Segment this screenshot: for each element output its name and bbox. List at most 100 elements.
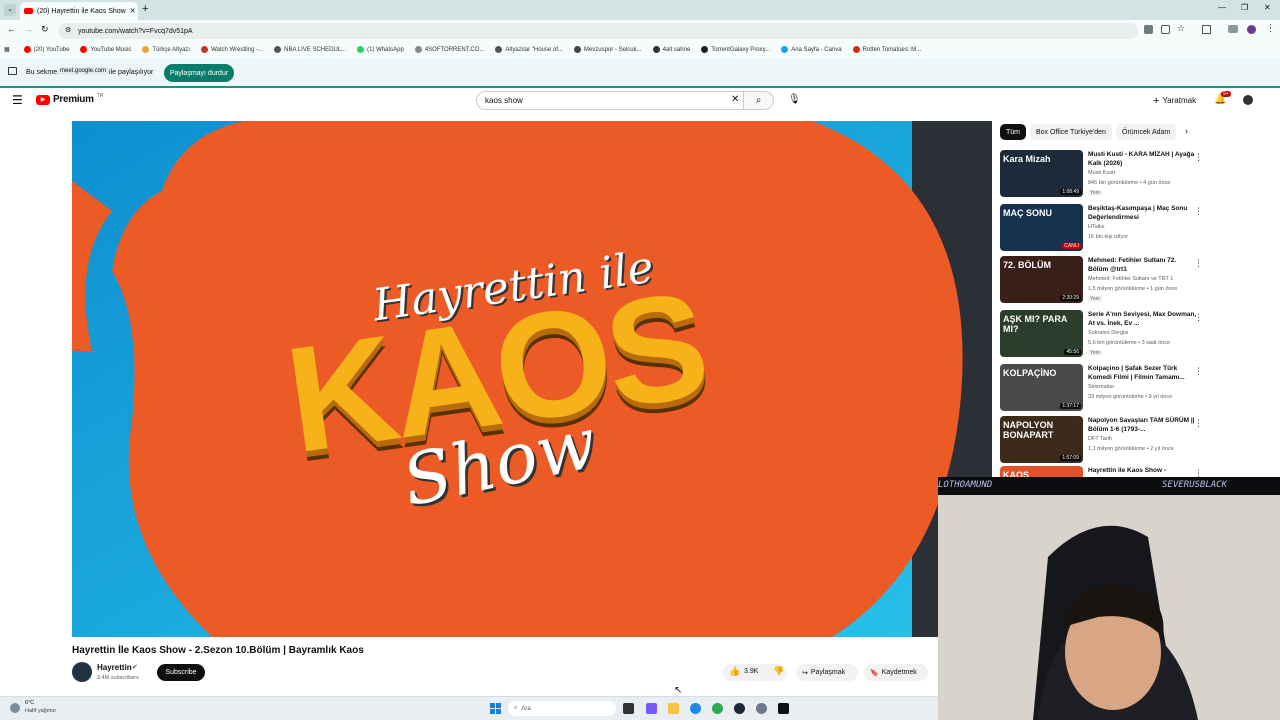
- reload-icon[interactable]: ↻: [41, 24, 49, 35]
- recommendation-item[interactable]: AŞK MI? PARA MI? 45:56 Serie A'nın Seviyes…: [1000, 310, 1210, 360]
- recommendation-thumbnail[interactable]: 72. BÖLÜM 2:20:29: [1000, 256, 1083, 303]
- bookmark-item[interactable]: Watch Wrestling -...: [201, 46, 263, 53]
- chip-spider-man[interactable]: Örümcek Adam: [1116, 124, 1177, 140]
- tab-list-button[interactable]: ⌄: [4, 4, 16, 16]
- recommendation-item[interactable]: 72. BÖLÜM 2:20:29 Mehmed: Fetihler Sultanı…: [1000, 256, 1210, 306]
- recommendation-item[interactable]: KOLPAÇİNO 1:37:17 Kolpaçino | Şafak Sezer …: [1000, 364, 1210, 414]
- recommendation-title[interactable]: Napolyon Savaşları TAM SÜRÜM || Bölüm 1-…: [1088, 416, 1198, 434]
- recommendation-meta: 1,5 milyon görüntüleme • 1 gün önce: [1088, 286, 1178, 292]
- edge-icon[interactable]: [690, 703, 701, 714]
- extensions-icon[interactable]: [1202, 25, 1211, 34]
- dislike-icon[interactable]: 👎: [773, 666, 784, 677]
- search-button[interactable]: ⌕: [744, 91, 774, 110]
- steam-icon[interactable]: [734, 703, 745, 714]
- recommendation-thumbnail[interactable]: AŞK MI? PARA MI? 45:56: [1000, 310, 1083, 357]
- stop-sharing-button[interactable]: Paylaşmayı durdur: [164, 64, 234, 82]
- profile-avatar-icon[interactable]: [1247, 25, 1256, 34]
- subscribe-button[interactable]: Subscribe: [157, 664, 205, 681]
- close-window-button[interactable]: ✕: [1264, 3, 1271, 12]
- recommendation-title[interactable]: Musti Kusti - KARA MİZAH | Ayağa Kalk (2…: [1088, 150, 1198, 168]
- address-bar[interactable]: ⚙ youtube.com/watch?v=Fvcq7dv51pA: [58, 23, 1138, 39]
- recommendation-title[interactable]: Mehmed: Fetihler Sultanı 72. Bölüm @trt1: [1088, 256, 1198, 274]
- active-tab[interactable]: (20) Hayrettin ile Kaos Show ✕: [20, 2, 138, 20]
- more-options-icon[interactable]: ⋮: [1194, 152, 1203, 163]
- bookmark-item[interactable]: NBA LIVE SCHEDUL...: [274, 46, 346, 53]
- more-options-icon[interactable]: ⋮: [1194, 366, 1203, 377]
- recommendation-thumbnail[interactable]: Kara Mizah 1:08:49: [1000, 150, 1083, 197]
- translate-icon[interactable]: [1144, 25, 1153, 34]
- share-button[interactable]: ↪ Paylaşmak: [796, 664, 858, 681]
- bookmark-item[interactable]: Altyazılar "House of...: [495, 46, 563, 53]
- more-options-icon[interactable]: ⋮: [1194, 312, 1203, 323]
- video-player[interactable]: Hayrettin ile KAOS Show: [72, 121, 992, 637]
- bookmark-item[interactable]: Rotten Tomatoes: M...: [852, 46, 921, 53]
- weather-icon[interactable]: [10, 703, 20, 713]
- apps-grid-icon[interactable]: ▦: [4, 46, 10, 53]
- recommendation-thumbnail[interactable]: MAÇ SONU CANLI: [1000, 204, 1083, 251]
- recommendation-channel[interactable]: HTalks: [1088, 224, 1105, 230]
- recommendation-channel[interactable]: Mehmed: Fetihler Sultanı ve TRT 1: [1088, 276, 1173, 282]
- close-tab-icon[interactable]: ✕: [130, 7, 136, 15]
- bookmark-item[interactable]: YouTube Music: [80, 46, 131, 53]
- epic-games-icon[interactable]: [778, 703, 789, 714]
- recommendation-item[interactable]: NAPOLYON BONAPART 1:57:09 Napolyon Savaşla…: [1000, 416, 1210, 466]
- recommendation-title[interactable]: Beşiktaş-Kasımpaşa | Maç Sonu Değerlendi…: [1088, 204, 1198, 222]
- bookmark-item[interactable]: (1) WhatsApp: [357, 46, 404, 53]
- chips-next-icon[interactable]: ›: [1185, 126, 1188, 136]
- bookmark-item[interactable]: (20) YouTube: [23, 46, 69, 53]
- youtube-logo[interactable]: ▶ Premium TR: [36, 93, 103, 105]
- site-info-icon[interactable]: ⚙: [65, 26, 71, 34]
- clear-search-icon[interactable]: ✕: [731, 94, 739, 105]
- recommendation-channel[interactable]: DFT Tarih: [1088, 436, 1112, 442]
- hamburger-menu-icon[interactable]: ☰: [12, 94, 23, 106]
- downloads-icon[interactable]: [1228, 25, 1238, 33]
- copilot-icon[interactable]: [646, 703, 657, 714]
- recommendation-channel[interactable]: Sokrates Dergisi: [1088, 330, 1128, 336]
- duration-badge: 1:37:17: [1060, 403, 1081, 409]
- voice-search-icon[interactable]: 🎙: [788, 94, 801, 105]
- chrome-icon[interactable]: [712, 703, 723, 714]
- more-options-icon[interactable]: ⋮: [1194, 206, 1203, 217]
- start-windows-icon[interactable]: [490, 703, 501, 714]
- recommendation-title[interactable]: Hayrettin ile Kaos Show -: [1088, 466, 1198, 475]
- like-icon[interactable]: 👍: [729, 666, 740, 677]
- more-menu-icon[interactable]: ⋮: [1266, 23, 1275, 34]
- recommendation-thumbnail[interactable]: NAPOLYON BONAPART 1:57:09: [1000, 416, 1083, 463]
- task-view-icon[interactable]: [623, 703, 634, 714]
- bookmark-item[interactable]: 4alt sahne: [652, 46, 690, 53]
- account-avatar[interactable]: [1243, 95, 1253, 105]
- recommendation-item[interactable]: Kara Mizah 1:08:49 Musti Kusti - KARA MİZA…: [1000, 150, 1210, 200]
- bookmark-item[interactable]: TorrentGalaxy Proxy...: [701, 46, 770, 53]
- forward-icon[interactable]: →: [24, 24, 33, 34]
- new-tab-button[interactable]: +: [142, 3, 148, 15]
- bookmark-star-icon[interactable]: ☆: [1177, 23, 1185, 34]
- file-explorer-icon[interactable]: [668, 703, 679, 714]
- bookmark-item[interactable]: Türkçe Altyazı: [142, 46, 190, 53]
- bookmark-item[interactable]: 4SOFTORRENT.CO...: [414, 46, 484, 53]
- back-icon[interactable]: ←: [7, 24, 16, 34]
- recommendation-thumbnail[interactable]: KOLPAÇİNO 1:37:17: [1000, 364, 1083, 411]
- channel-avatar[interactable]: [72, 662, 92, 682]
- more-options-icon[interactable]: ⋮: [1194, 418, 1203, 429]
- settings-gear-icon[interactable]: [756, 703, 767, 714]
- chip-all[interactable]: Tüm: [1000, 124, 1026, 140]
- cast-icon[interactable]: [1161, 25, 1170, 34]
- minimize-button[interactable]: —: [1218, 3, 1226, 12]
- recommendation-title[interactable]: Serie A'nın Seviyesi, Max Dowman, At vs.…: [1088, 310, 1198, 328]
- create-button[interactable]: + Yaratmak: [1153, 93, 1196, 108]
- bookmark-item[interactable]: Mevzuspor - Selcuk...: [573, 46, 642, 53]
- banner-left-text: LOTHOAMUND: [938, 480, 993, 490]
- recommendation-channel[interactable]: Sinemaloo: [1088, 384, 1114, 390]
- recommendation-title[interactable]: Kolpaçino | Şafak Sezer Türk Komedi Film…: [1088, 364, 1198, 382]
- maximize-button[interactable]: ❐: [1241, 3, 1248, 12]
- recommendation-item[interactable]: MAÇ SONU CANLI Beşiktaş-Kasımpaşa | Maç So…: [1000, 204, 1210, 254]
- chip-box-office[interactable]: Box Office Türkiye'den: [1030, 124, 1112, 140]
- search-input[interactable]: kaos show ✕: [476, 91, 744, 110]
- bookmark-item[interactable]: Ana Sayfa - Canva: [781, 46, 842, 53]
- channel-name[interactable]: Hayrettin: [97, 663, 132, 672]
- new-badge: Yeni: [1088, 350, 1102, 356]
- more-options-icon[interactable]: ⋮: [1194, 258, 1203, 269]
- recommendation-channel[interactable]: Musti Kusti: [1088, 170, 1115, 176]
- taskbar-search[interactable]: ⌕ Ara: [508, 701, 616, 716]
- save-button[interactable]: 🔖 Kaydetmek: [864, 664, 928, 681]
